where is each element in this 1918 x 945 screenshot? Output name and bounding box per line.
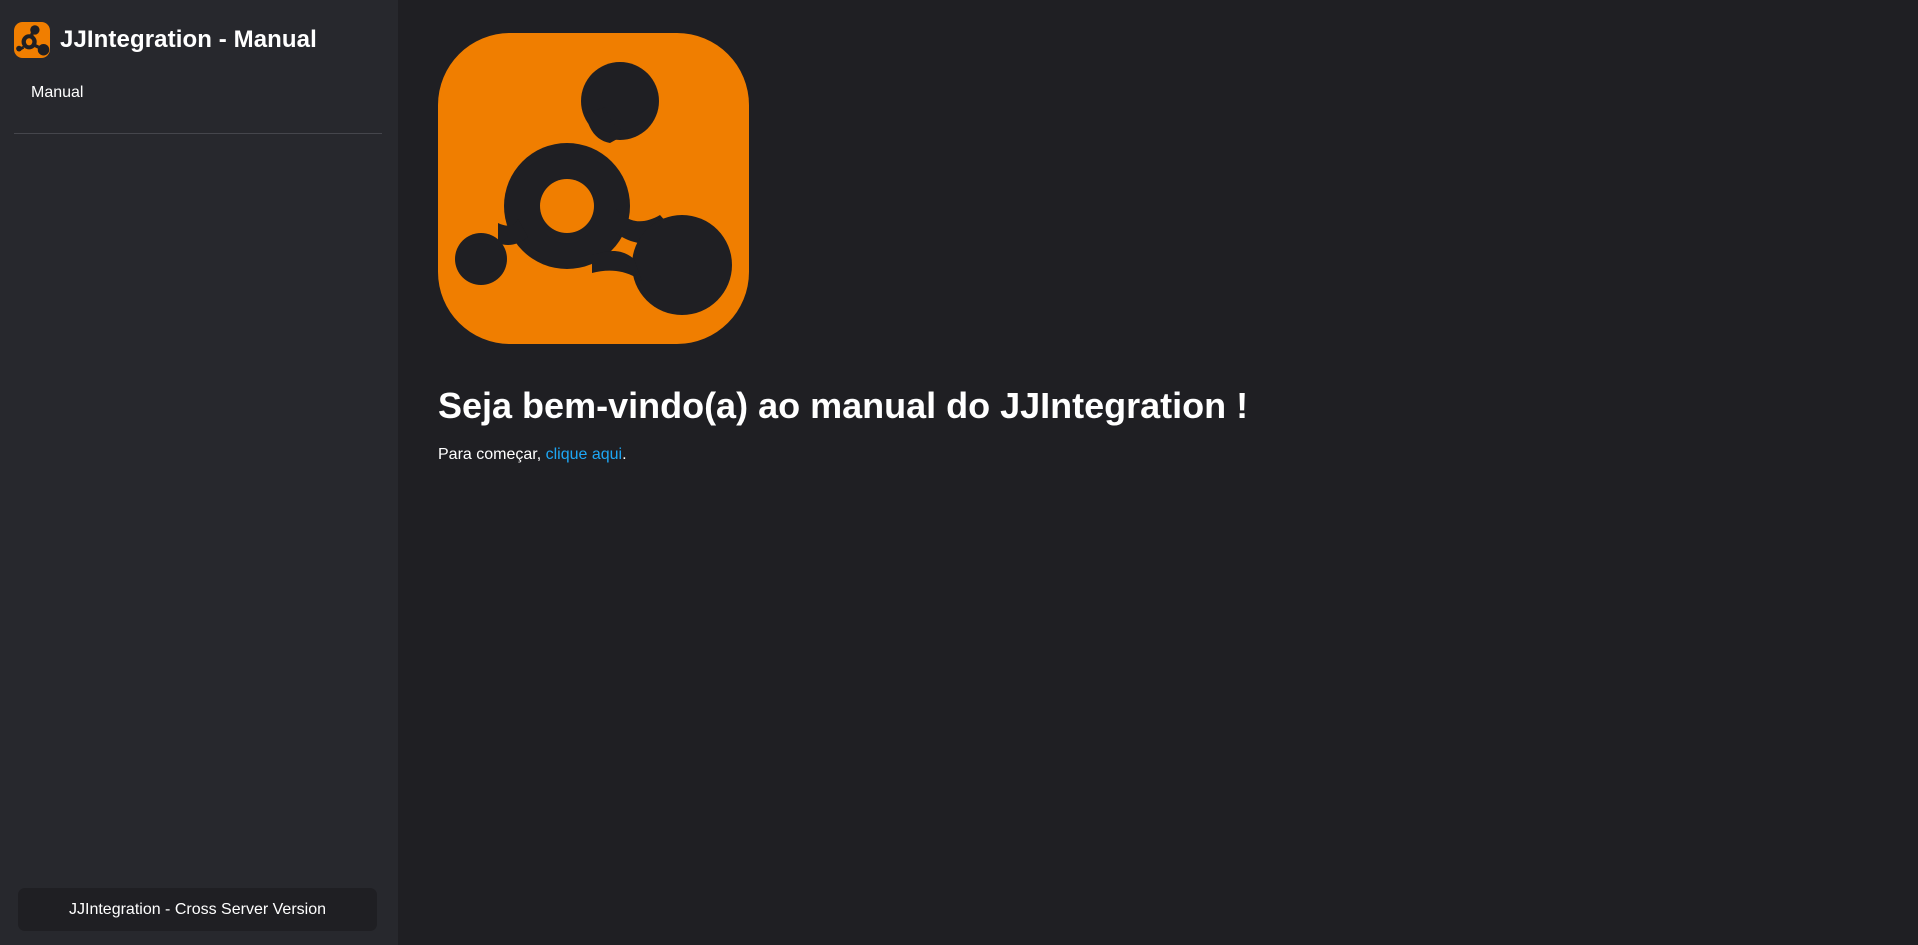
version-badge: JJIntegration - Cross Server Version xyxy=(18,888,377,931)
intro-prefix: Para começar, xyxy=(438,446,546,463)
jjintegration-logo-icon[interactable] xyxy=(14,21,50,58)
app-window: JJIntegration - Manual Manual JJIntegrat… xyxy=(0,0,1918,945)
sidebar-nav: Manual xyxy=(0,58,398,102)
sidebar-item-manual[interactable]: Manual xyxy=(31,84,83,102)
main-content: Seja bem-vindo(a) ao manual do JJIntegra… xyxy=(398,0,1918,945)
jjintegration-logo-icon xyxy=(438,33,749,344)
intro-suffix: . xyxy=(622,446,627,463)
start-link[interactable]: clique aqui xyxy=(546,446,623,463)
app-title: JJIntegration - Manual xyxy=(60,25,317,53)
welcome-heading: Seja bem-vindo(a) ao manual do JJIntegra… xyxy=(438,385,1249,426)
sidebar-header: JJIntegration - Manual xyxy=(0,0,398,58)
sidebar: JJIntegration - Manual Manual JJIntegrat… xyxy=(0,0,398,945)
sidebar-divider xyxy=(14,133,382,134)
intro-paragraph: Para começar, clique aqui. xyxy=(438,446,627,464)
